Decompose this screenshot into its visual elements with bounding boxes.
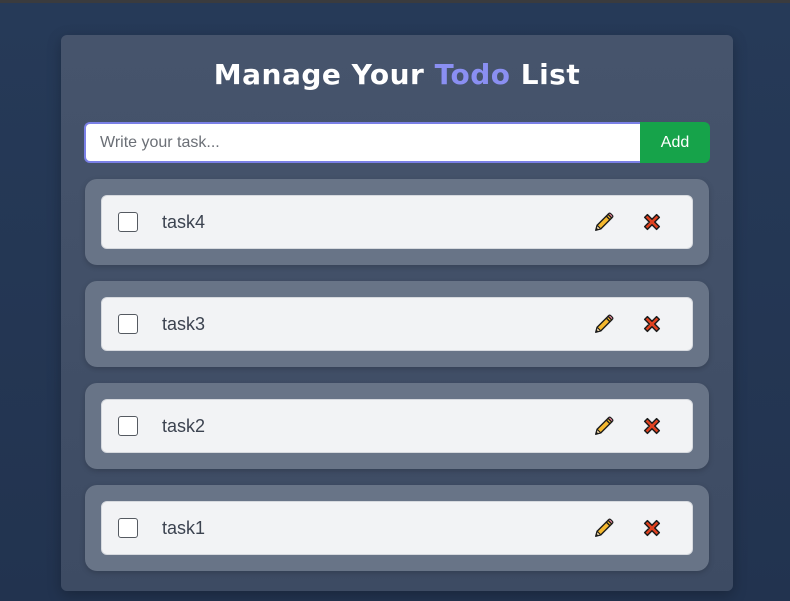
todo-item: task2 (101, 399, 693, 453)
window-top-strip (0, 0, 790, 3)
task-text: task1 (162, 517, 206, 538)
cross-icon[interactable] (640, 210, 664, 234)
todo-item: task1 (101, 501, 693, 555)
todo-item-container: task4 (85, 179, 709, 265)
pencil-icon[interactable] (592, 516, 616, 540)
task-input[interactable] (84, 122, 640, 163)
task-input-row: Add (84, 122, 710, 163)
todo-item: task3 (101, 297, 693, 351)
todo-item-container: task2 (85, 383, 709, 469)
title-part2: List (520, 58, 581, 91)
add-button[interactable]: Add (640, 122, 710, 163)
cross-icon[interactable] (640, 516, 664, 540)
page-title: Manage Your Todo List (61, 57, 733, 93)
task-text: task4 (162, 211, 206, 232)
title-part1: Manage Your (213, 58, 425, 91)
task-checkbox[interactable] (118, 314, 138, 334)
cross-icon[interactable] (640, 414, 664, 438)
task-text: task3 (162, 313, 206, 334)
task-checkbox[interactable] (118, 212, 138, 232)
task-checkbox[interactable] (118, 518, 138, 538)
task-checkbox[interactable] (118, 416, 138, 436)
title-accent: Todo (434, 58, 511, 91)
todo-card: Manage Your Todo List Add task4 (61, 35, 733, 591)
pencil-icon[interactable] (592, 414, 616, 438)
todo-list: task4 task3 task2 task1 (85, 179, 709, 587)
cross-icon[interactable] (640, 312, 664, 336)
todo-item-container: task3 (85, 281, 709, 367)
task-text: task2 (162, 415, 206, 436)
todo-item: task4 (101, 195, 693, 249)
pencil-icon[interactable] (592, 210, 616, 234)
todo-item-container: task1 (85, 485, 709, 571)
pencil-icon[interactable] (592, 312, 616, 336)
